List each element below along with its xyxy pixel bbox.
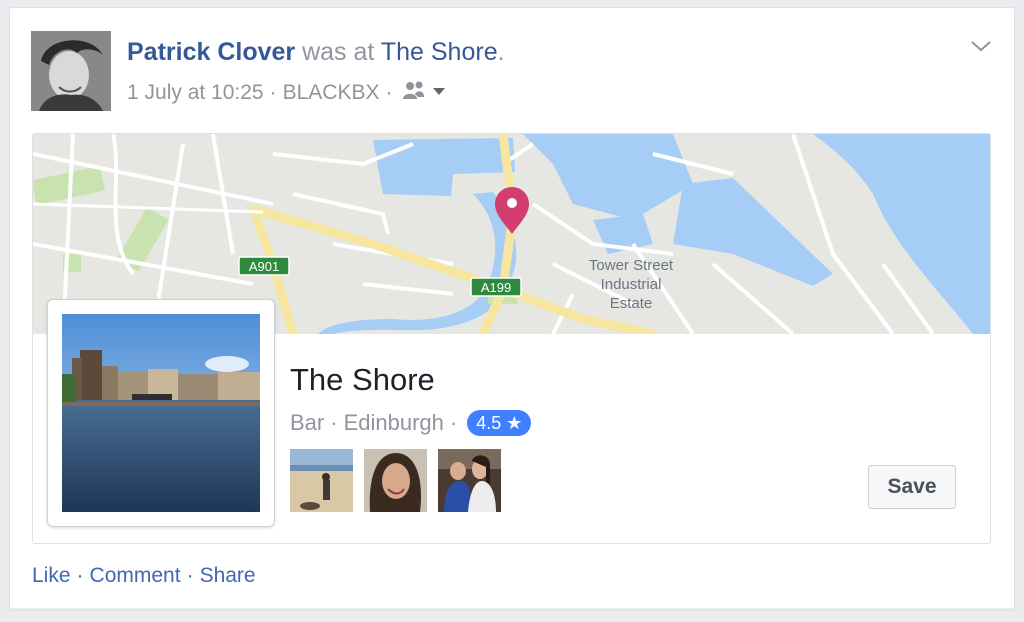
chevron-down-icon[interactable] — [970, 38, 992, 54]
save-button[interactable]: Save — [868, 465, 956, 509]
author-name-link[interactable]: Patrick Clover — [127, 38, 295, 66]
post-timestamp[interactable]: 1 July at 10:25 — [127, 81, 264, 105]
like-link[interactable]: Like — [32, 564, 71, 588]
details-separator: · — [330, 410, 338, 435]
area-label-line: Estate — [610, 295, 653, 312]
road-label-a199: A199 — [470, 277, 522, 297]
post-header: Patrick Clover was at The Shore. — [127, 38, 505, 67]
share-link[interactable]: Share — [200, 564, 256, 588]
visitor-photo[interactable] — [364, 449, 427, 512]
meta-separator: · — [269, 81, 277, 104]
visitor-photo[interactable] — [290, 449, 353, 512]
area-label-line: Industrial — [601, 276, 662, 293]
was-at-text: was at — [302, 38, 375, 66]
header-period: . — [497, 38, 505, 66]
place-details: Bar · Edinburgh · 4.5 ★ — [290, 410, 532, 436]
place-photo[interactable] — [47, 299, 275, 527]
comment-link[interactable]: Comment — [90, 564, 181, 588]
visitor-photo[interactable] — [438, 449, 501, 512]
meta-separator: · — [385, 81, 393, 104]
road-label-a901: A901 — [238, 256, 290, 276]
details-separator: · — [449, 410, 458, 435]
road-label-text: A901 — [249, 259, 279, 274]
visitor-photos — [290, 449, 501, 512]
action-separator: · — [186, 564, 194, 587]
feed-post: Patrick Clover was at The Shore. 1 July … — [9, 7, 1015, 611]
post-meta: 1 July at 10:25 · BLACKBX · — [127, 80, 448, 106]
action-separator: · — [76, 564, 84, 587]
app-name[interactable]: BLACKBX — [283, 81, 380, 105]
friends-icon[interactable] — [402, 80, 448, 106]
rating-badge[interactable]: 4.5 ★ — [467, 410, 532, 436]
post-actions: Like · Comment · Share — [32, 564, 256, 588]
road-label-text: A199 — [481, 280, 511, 295]
post-footer-divider — [10, 608, 1014, 610]
place-city[interactable]: Edinburgh — [344, 410, 444, 436]
place-link[interactable]: The Shore — [381, 38, 498, 66]
place-name[interactable]: The Shore — [290, 362, 435, 398]
place-category[interactable]: Bar — [290, 410, 324, 436]
area-label-line: Tower Street — [589, 257, 674, 274]
author-avatar[interactable] — [31, 31, 111, 111]
